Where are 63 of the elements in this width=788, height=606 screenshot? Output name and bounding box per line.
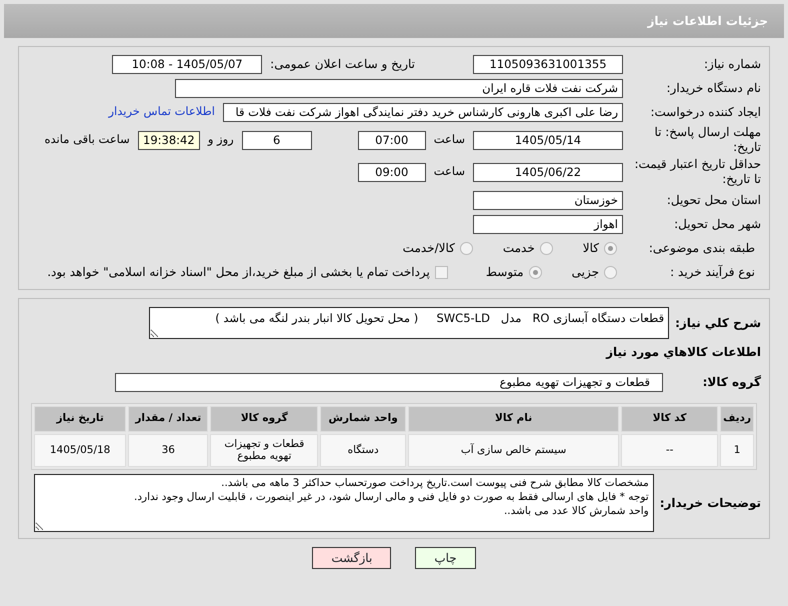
table-cell: 1: [720, 434, 754, 467]
field-label: حداقل تاریخ اعتبار قیمت: تا تاریخ:: [633, 157, 761, 187]
table-cell: 1405/05/18: [34, 434, 126, 467]
goods-group-field: قطعات و تجهیزات تهویه مطبوع: [115, 372, 663, 392]
description-field: قطعات دستگاه آبسازی RO مدل SWC5-LD ( محل تحویل کالا انبار بندر لنگه می باشد ): [149, 307, 670, 339]
checkbox[interactable]: [434, 266, 448, 278]
buyer-name-field: شرکت نفت فلات قاره ایران: [175, 78, 623, 98]
column-header: گروه کالا: [210, 406, 318, 432]
field-label: مهلت ارسال پاسخ: تا تاریخ:: [653, 125, 761, 155]
option-label: متوسط: [486, 264, 524, 281]
days-field: 6: [242, 130, 312, 150]
back-button[interactable]: بازگشت: [312, 546, 392, 569]
field-label: تاریخ و ساعت اعلان عمومی:: [270, 56, 415, 73]
remaining-time-field: 19:38:42: [138, 130, 200, 150]
creator-field: رضا علی اکبری هارونی کارشناس خرید دفتر نمایندگی اهواز شرکت نفت فلات قا: [223, 102, 623, 122]
table-cell: سیستم خالص سازی آب: [408, 434, 620, 467]
table-cell: دستگاه: [320, 434, 406, 467]
column-header: ردیف: [720, 406, 754, 432]
field-label: ایجاد کننده درخواست:: [649, 104, 761, 120]
deadline-date-field: 1405/05/14: [473, 130, 623, 150]
field-label: شرح کلي نياز:: [675, 315, 761, 332]
days-label: روز و: [208, 131, 234, 148]
table-cell: --: [621, 434, 718, 467]
column-header: تاریخ نیاز: [34, 406, 126, 432]
option-label: کالا/خدمت: [402, 240, 455, 257]
option-label: جزیی: [572, 264, 599, 281]
remaining-label: ساعت باقی مانده: [44, 131, 130, 148]
deadline-time-field: 07:00: [358, 130, 426, 150]
city-field: اهواز: [473, 214, 623, 234]
field-label: نام دستگاه خریدار:: [666, 80, 761, 96]
time-label: ساعت: [434, 163, 465, 180]
field-label: استان محل تحویل:: [666, 192, 761, 208]
radio-button[interactable]: [604, 266, 617, 278]
page-title: جزئیات اطلاعات نیاز: [647, 13, 768, 30]
option-label: خدمت: [502, 240, 535, 257]
field-label: شهر محل تحویل:: [673, 216, 761, 232]
radio-button[interactable]: [604, 242, 617, 254]
column-header: نام کالا: [408, 406, 620, 432]
validity-time-field: 09:00: [358, 162, 426, 182]
print-button[interactable]: چاپ: [415, 546, 476, 569]
field-label: توضیحات خریدار:: [660, 494, 761, 512]
contact-link[interactable]: اطلاعات تماس خریدار: [108, 103, 215, 121]
field-label: شماره نیاز:: [703, 56, 761, 72]
time-label: ساعت: [434, 131, 465, 148]
table-cell: 36: [128, 434, 208, 467]
column-header: واحد شمارش: [320, 406, 406, 432]
table-cell: قطعات و تجهیزات تهویه مطبوع: [210, 434, 318, 467]
option-label: کالا: [582, 240, 599, 257]
validity-date-field: 1405/06/22: [473, 162, 623, 182]
checkbox-label: پرداخت تمام یا بخشی از مبلغ خرید،از محل "اسناد خزانه اسلامی" خواهد بود.: [47, 264, 430, 281]
field-label: گروه کالا:: [702, 374, 761, 391]
field-label: نوع فرآیند خرید :: [669, 264, 755, 280]
radio-button[interactable]: [540, 242, 553, 254]
announce-date-field: 1405/05/07 - 10:08: [112, 54, 262, 74]
notes-field[interactable]: مشخصات کالا مطابق شرح فنی پیوست است.تاریخ پرداخت صورتحساب حداکثر 3 ماهه می باشد.. توجه * فایل های ارسالی فقط به صورت دو فایل فنی و مالی ارسال شود، در غیر اینصورت ، قابلیت ارسال وجود ندارد. واحد شمارش کالا عدد می باشد..: [34, 474, 654, 532]
radio-button[interactable]: [460, 242, 473, 254]
column-header: کد کالا: [621, 406, 718, 432]
field-label: طبقه بندی موضوعی:: [648, 240, 755, 256]
province-field: خوزستان: [473, 190, 623, 210]
need-number-field: 1105093631001355: [473, 54, 623, 74]
radio-button[interactable]: [528, 266, 542, 278]
column-header: تعداد / مقدار: [128, 406, 208, 432]
section-title: اطلاعات کالاهاي مورد نياز: [606, 344, 761, 361]
